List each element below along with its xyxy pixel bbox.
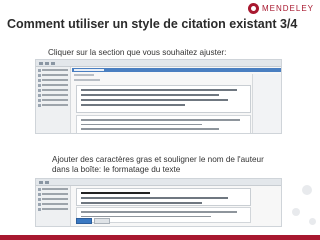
caption-bottom-line1: Ajouter des caractères gras et souligner… [52,155,264,164]
mendeley-logo-icon [247,3,259,14]
caption-top: Cliquer sur la section que vous souhaite… [48,48,227,57]
editor-main [72,186,281,226]
save-icon[interactable] [45,61,49,65]
tree-item[interactable] [38,207,68,211]
citation-preview [76,115,251,133]
tree-item[interactable] [38,88,68,92]
footer-bar [0,235,320,240]
tree-item[interactable] [38,98,68,102]
decorative-circle-icon [309,218,316,225]
tree-item[interactable] [38,187,68,191]
screenshot-citation-editor [35,59,282,134]
caption-bottom-line2: dans la boîte: le formatage du texte [52,165,181,174]
window-toolbar [36,179,281,186]
tree-item[interactable] [38,192,68,196]
tree-item[interactable] [38,103,68,107]
mendeley-logo: MENDELEY [247,3,314,14]
close-icon[interactable] [51,61,55,65]
underline-button[interactable] [94,218,110,224]
tree-item[interactable] [38,73,68,77]
menu-icon[interactable] [39,61,43,65]
menu-icon[interactable] [39,180,43,184]
window-toolbar [36,60,281,67]
decorative-circle-icon [302,185,312,195]
tree-item[interactable] [38,197,68,201]
tree-item[interactable] [38,83,68,87]
save-icon[interactable] [45,180,49,184]
style-tree-sidebar [36,186,71,226]
format-buttons [76,218,110,224]
mendeley-wordmark: MENDELEY [261,4,314,13]
section-row[interactable] [72,78,281,82]
tree-item[interactable] [38,68,68,72]
tree-item[interactable] [38,78,68,82]
style-tree-sidebar [36,67,71,133]
citation-text-box[interactable] [76,85,251,113]
tree-item[interactable] [38,202,68,206]
section-row-selected[interactable] [72,68,281,72]
screenshot-text-formatting [35,178,282,227]
caption-bottom: Ajouter des caractères gras et souligner… [52,155,264,175]
bold-button[interactable] [76,218,92,224]
editor-main [72,67,281,133]
decorative-circle-icon [292,208,300,216]
options-panel [252,74,281,133]
slide-title: Comment utiliser un style de citation ex… [7,17,298,31]
section-row[interactable] [72,73,281,77]
tree-item[interactable] [38,93,68,97]
formatted-text-box[interactable] [76,188,251,206]
